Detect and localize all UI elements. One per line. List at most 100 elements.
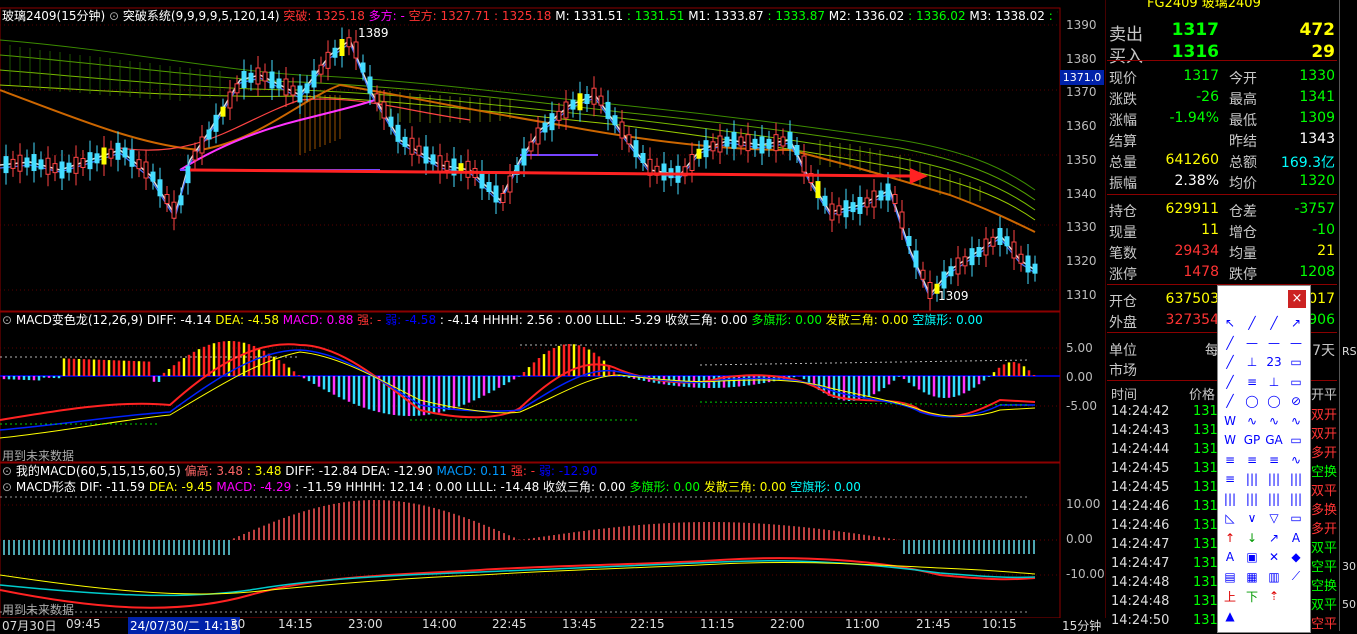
draw-tool-icon[interactable]: ∿: [1286, 412, 1306, 430]
draw-tool-icon[interactable]: —: [1286, 334, 1306, 352]
trade-time: 14:24:45: [1111, 480, 1170, 495]
draw-tool-icon[interactable]: ∿: [1286, 451, 1306, 469]
draw-tool-icon[interactable]: ▥: [1264, 568, 1284, 586]
draw-tool-icon[interactable]: ∨: [1242, 509, 1262, 527]
main-value-6: M1: 1333.87: [684, 9, 764, 23]
draw-tool-icon[interactable]: ╱: [1220, 373, 1240, 391]
quote-value: 637503: [1165, 291, 1219, 307]
toggle-icon[interactable]: ⊙: [2, 313, 12, 327]
macd2-value-a-1: : 3.48: [243, 464, 282, 478]
draw-tool-icon[interactable]: ▽: [1264, 509, 1284, 527]
main-value-9: : 1336.02: [904, 9, 966, 23]
draw-tool-icon[interactable]: ▭: [1286, 509, 1306, 527]
main-value-4: M: 1331.51: [551, 9, 624, 23]
draw-tool-icon[interactable]: 下: [1242, 587, 1262, 605]
price-tick-8: 1310: [1066, 287, 1097, 302]
quote-label: 持仓: [1109, 204, 1137, 220]
quote-label: 跌停: [1229, 267, 1257, 283]
draw-tool-icon[interactable]: ╱: [1242, 314, 1262, 332]
draw-tool-icon[interactable]: ◯: [1264, 392, 1284, 410]
draw-tool-icon[interactable]: ▭: [1286, 373, 1306, 391]
draw-tool-icon[interactable]: ≡: [1220, 451, 1240, 469]
draw-tool-icon[interactable]: 上: [1220, 587, 1240, 605]
draw-tool-icon[interactable]: ↑: [1220, 529, 1240, 547]
draw-tool-icon[interactable]: [1242, 607, 1262, 625]
draw-tool-icon[interactable]: |||: [1220, 490, 1240, 508]
edge-label: 50: [1342, 598, 1356, 611]
draw-tool-icon[interactable]: ╱: [1220, 392, 1240, 410]
draw-tool-icon[interactable]: ▲: [1220, 607, 1240, 625]
draw-tool-icon[interactable]: ╱: [1220, 334, 1240, 352]
draw-tool-icon[interactable]: ▦: [1242, 568, 1262, 586]
draw-tool-icon[interactable]: [1286, 607, 1306, 625]
draw-tool-icon[interactable]: ╱: [1220, 353, 1240, 371]
draw-tool-icon[interactable]: ▭: [1286, 431, 1306, 449]
draw-tool-icon[interactable]: ◯: [1242, 392, 1262, 410]
trade-price: 131: [1193, 480, 1218, 495]
draw-tool-icon[interactable]: |||: [1264, 470, 1284, 488]
toolbar-close-button[interactable]: ×: [1288, 290, 1306, 308]
draw-tool-icon[interactable]: ▤: [1220, 568, 1240, 586]
main-value-10: M3: 1338.02: [965, 9, 1045, 23]
toggle-icon[interactable]: ⊙: [2, 480, 12, 494]
quote-value: 1330: [1299, 68, 1335, 84]
trade-time: 14:24:47: [1111, 537, 1170, 552]
draw-tool-icon[interactable]: ⊥: [1242, 353, 1262, 371]
draw-tool-icon[interactable]: ≡: [1220, 470, 1240, 488]
draw-tool-icon[interactable]: W: [1220, 431, 1240, 449]
draw-tool-icon[interactable]: ╱: [1264, 314, 1284, 332]
draw-tool-icon[interactable]: A: [1220, 548, 1240, 566]
time-label-8: 13:45: [562, 617, 597, 631]
draw-tool-icon[interactable]: 23: [1264, 353, 1284, 371]
quote-value: 1320: [1299, 173, 1335, 189]
draw-tool-icon[interactable]: ⊘: [1286, 392, 1306, 410]
draw-tool-icon[interactable]: ∿: [1264, 412, 1284, 430]
trade-time: 14:24:48: [1111, 575, 1170, 590]
draw-tool-icon[interactable]: |||: [1242, 490, 1262, 508]
macd2-value-a-3: DEA: -12.90: [357, 464, 433, 478]
price-tick-6: 1330: [1066, 220, 1097, 235]
trade-type: 多换: [1311, 503, 1338, 518]
draw-tool-icon[interactable]: ▣: [1242, 548, 1262, 566]
draw-tool-icon[interactable]: ↓: [1242, 529, 1262, 547]
draw-tool-icon[interactable]: |||: [1242, 470, 1262, 488]
draw-tool-icon[interactable]: [1286, 587, 1306, 605]
draw-tool-icon[interactable]: ⇡: [1264, 587, 1284, 605]
draw-tool-icon[interactable]: ✕: [1264, 548, 1284, 566]
period-button[interactable]: 15分钟: [1062, 617, 1101, 634]
macd2-footer: 用到未来数据: [2, 603, 75, 617]
draw-tool-icon[interactable]: ⟋: [1286, 568, 1306, 586]
draw-tool-icon[interactable]: —: [1264, 334, 1284, 352]
quote-row: 涨幅 -1.94% 最低 1309: [1107, 108, 1337, 129]
main-chart-title: 玻璃2409(15分钟) ⊙ 突破系统(9,9,9,9,5,120,14) 突破…: [2, 8, 1058, 24]
quote-value: -3757: [1294, 201, 1335, 217]
high-price-label: 1389: [358, 26, 389, 40]
macd1-value-4: 弱: -4.58: [381, 313, 437, 327]
draw-tool-icon[interactable]: ◆: [1286, 548, 1306, 566]
draw-tool-icon[interactable]: GP: [1242, 431, 1262, 449]
draw-tool-icon[interactable]: |||: [1286, 490, 1306, 508]
toggle-icon[interactable]: ⊙: [2, 464, 12, 478]
draw-tool-icon[interactable]: |||: [1286, 470, 1306, 488]
draw-tool-icon[interactable]: ↗: [1264, 529, 1284, 547]
draw-tool-icon[interactable]: ≡: [1264, 451, 1284, 469]
draw-tool-icon[interactable]: ≡: [1242, 451, 1262, 469]
trade-type: 空换: [1311, 465, 1338, 480]
draw-tool-icon[interactable]: |||: [1264, 490, 1284, 508]
draw-tool-icon[interactable]: ⊥: [1264, 373, 1284, 391]
draw-tool-icon[interactable]: —: [1242, 334, 1262, 352]
draw-tool-icon[interactable]: W: [1220, 412, 1240, 430]
draw-tool-icon[interactable]: ↗: [1286, 314, 1306, 332]
draw-tool-icon[interactable]: [1264, 607, 1284, 625]
draw-tool-icon[interactable]: ▭: [1286, 353, 1306, 371]
draw-tool-icon[interactable]: ≡: [1242, 373, 1262, 391]
macd2-value-a-0: 偏高: 3.48: [184, 464, 244, 478]
quote-row: 总量 641260 总额 169.3亿: [1107, 150, 1337, 171]
draw-tool-icon[interactable]: A: [1286, 529, 1306, 547]
draw-tool-icon[interactable]: ∿: [1242, 412, 1262, 430]
draw-tool-icon[interactable]: ↖: [1220, 314, 1240, 332]
draw-tool-icon[interactable]: ◺: [1220, 509, 1240, 527]
draw-tool-icon[interactable]: GA: [1264, 431, 1284, 449]
toggle-icon[interactable]: ⊙: [109, 9, 119, 23]
current-price-tag: 1371.0: [1060, 70, 1104, 85]
